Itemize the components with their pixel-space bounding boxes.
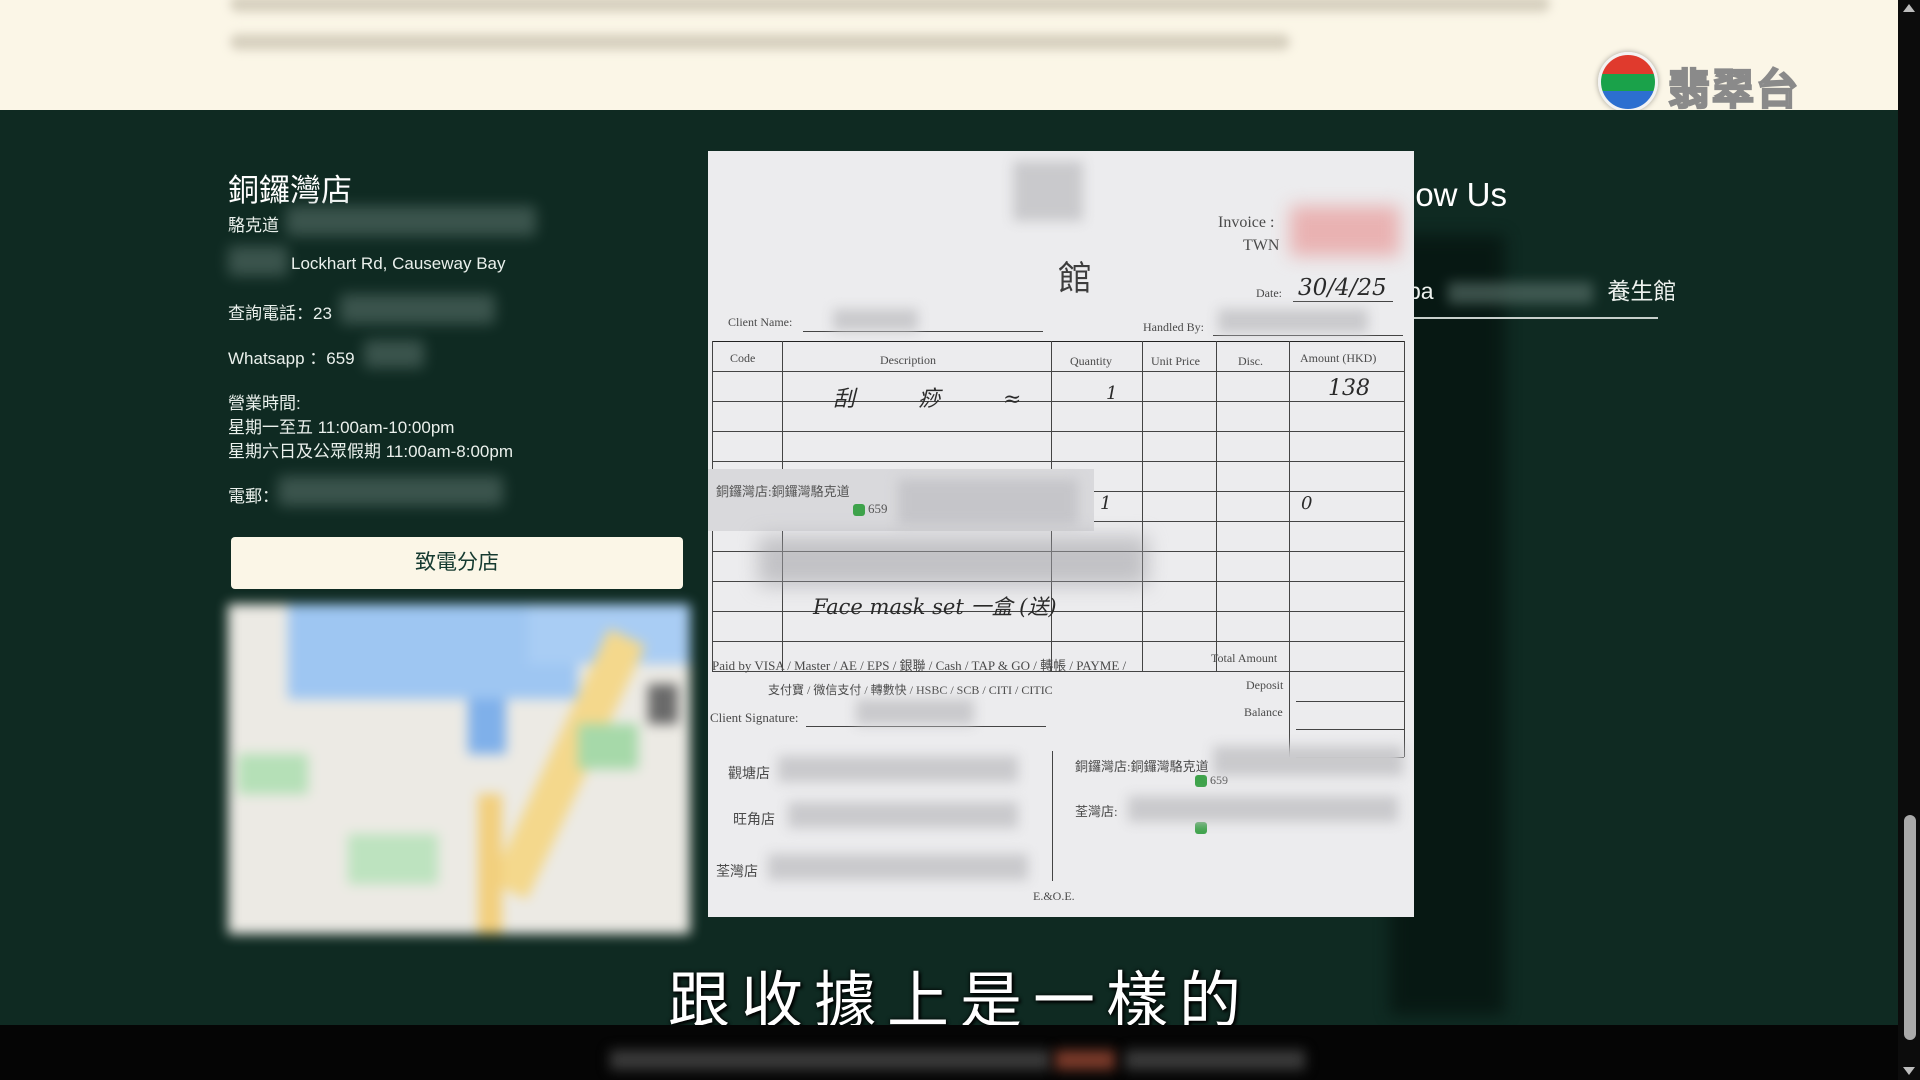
redacted-phone — [340, 294, 495, 324]
deposit-label: Deposit — [1246, 678, 1284, 692]
blurred-text — [230, 0, 1550, 12]
blurred-bottom-text — [1055, 1050, 1115, 1070]
redacted-address — [286, 206, 536, 236]
channel-name: 翡翠台 — [1667, 64, 1801, 115]
row1-description: 刮 痧 ≈ — [833, 387, 1050, 412]
col-description: Description — [880, 353, 936, 367]
redacted-invoice-number — [1290, 206, 1400, 256]
whatsapp-info: Whatsapp ：659 — [228, 349, 355, 368]
redacted-brand — [1447, 281, 1593, 304]
hours-weekend: 星期六日及公眾假期 11:00am-8:00pm — [228, 442, 513, 461]
follow-us-title: low Us — [1408, 176, 1508, 213]
date-value: 30/4/25 — [1298, 275, 1387, 301]
store-map[interactable] — [228, 604, 690, 934]
col-disc: Disc. — [1238, 354, 1263, 368]
store-title: 銅鑼灣店 — [228, 173, 352, 208]
client-name-label: Client Name: — [728, 315, 793, 329]
col-quantity: Quantity — [1070, 354, 1112, 368]
address-stamp: 銅鑼灣店:銅鑼灣駱克道 659 — [708, 469, 1094, 531]
col-unit-price: Unit Price — [1151, 354, 1200, 368]
follow-underline — [1408, 317, 1658, 319]
col-amount: Amount (HKD) — [1300, 351, 1377, 365]
stamp-whatsapp: 659 — [853, 501, 888, 517]
paid-by-line1: Paid by VISA / Master / AE / EPS / 銀聯 / … — [712, 658, 1127, 673]
scrollbar-thumb[interactable] — [1904, 815, 1916, 1040]
invoice-label: Invoice : — [1218, 214, 1275, 231]
stamp-address: 銅鑼灣店:銅鑼灣駱克道 — [716, 484, 850, 499]
whatsapp-icon — [1195, 822, 1207, 835]
balance-label: Balance — [1244, 705, 1283, 719]
redacted-signature — [856, 699, 974, 725]
follow-link[interactable]: pa 養生館 — [1408, 272, 1676, 306]
whatsapp-icon — [1195, 775, 1207, 788]
blurred-text — [230, 34, 1290, 50]
branch-right-2: 荃灣店: — [1075, 804, 1118, 819]
hours-weekday: 星期一至五 11:00am-10:00pm — [228, 418, 455, 437]
blurred-bottom-text — [610, 1050, 1050, 1070]
branch-3: 荃灣店 — [716, 865, 758, 880]
free-item: Face mask set 一盒 (送) — [813, 595, 1057, 619]
scroll-up-arrow-icon[interactable] — [1903, 4, 1915, 12]
redacted-staff — [1218, 309, 1368, 333]
row-mid-qty: 1 — [1100, 493, 1112, 514]
eoe-label: E.&O.E. — [1033, 889, 1075, 903]
hours-label: 營業時間: — [228, 394, 301, 413]
paid-by-line2: 支付寶 / 微信支付 / 轉數快 / HSBC / SCB / CITI / C… — [768, 683, 1053, 697]
redacted-client — [833, 309, 918, 331]
branch-1: 觀塘店 — [728, 767, 770, 782]
branch-right-1: 銅鑼灣店:銅鑼灣駱克道 — [1075, 759, 1209, 774]
tvb-globe-icon — [1598, 52, 1658, 112]
scroll-down-arrow-icon[interactable] — [1903, 1067, 1915, 1075]
col-code: Code — [730, 351, 756, 365]
client-signature-label: Client Signature: — [710, 710, 799, 725]
date-label: Date: — [1256, 286, 1282, 300]
shop-char: 館 — [1058, 261, 1092, 298]
redacted-shop-name — [1013, 161, 1083, 221]
phone-info: 查詢電話：23 — [228, 304, 332, 323]
blurred-bottom-text — [1125, 1050, 1305, 1070]
blurred-row — [758, 536, 1148, 586]
tvb-jade-logo: 翡翠台 — [1598, 52, 1830, 115]
row-mid-amount: 0 — [1301, 493, 1313, 514]
branch-2: 旺角店 — [733, 813, 775, 828]
receipt-image: 館 Invoice : TWN Date: 30/4/25 Client Nam… — [708, 151, 1414, 917]
redacted-address — [228, 246, 288, 276]
handled-by-label: Handled By: — [1143, 320, 1204, 334]
branch-right-2-whatsapp — [1195, 820, 1210, 835]
invoice-prefix: TWN — [1243, 237, 1280, 254]
whatsapp-icon — [853, 504, 865, 517]
row1-amount: 138 — [1328, 376, 1370, 401]
email-label: 電郵： — [228, 487, 279, 506]
address-line2: Lockhart Rd, Causeway Bay — [291, 254, 506, 273]
follow-link-right: 養生館 — [1607, 278, 1677, 304]
call-branch-button[interactable]: 致電分店 — [231, 537, 683, 589]
address-line1: 駱克道 — [228, 216, 279, 235]
row1-qty: 1 — [1106, 383, 1118, 404]
total-amount-label: Total Amount — [1211, 651, 1278, 665]
redacted-whatsapp — [364, 340, 424, 368]
redacted-email — [278, 476, 503, 506]
